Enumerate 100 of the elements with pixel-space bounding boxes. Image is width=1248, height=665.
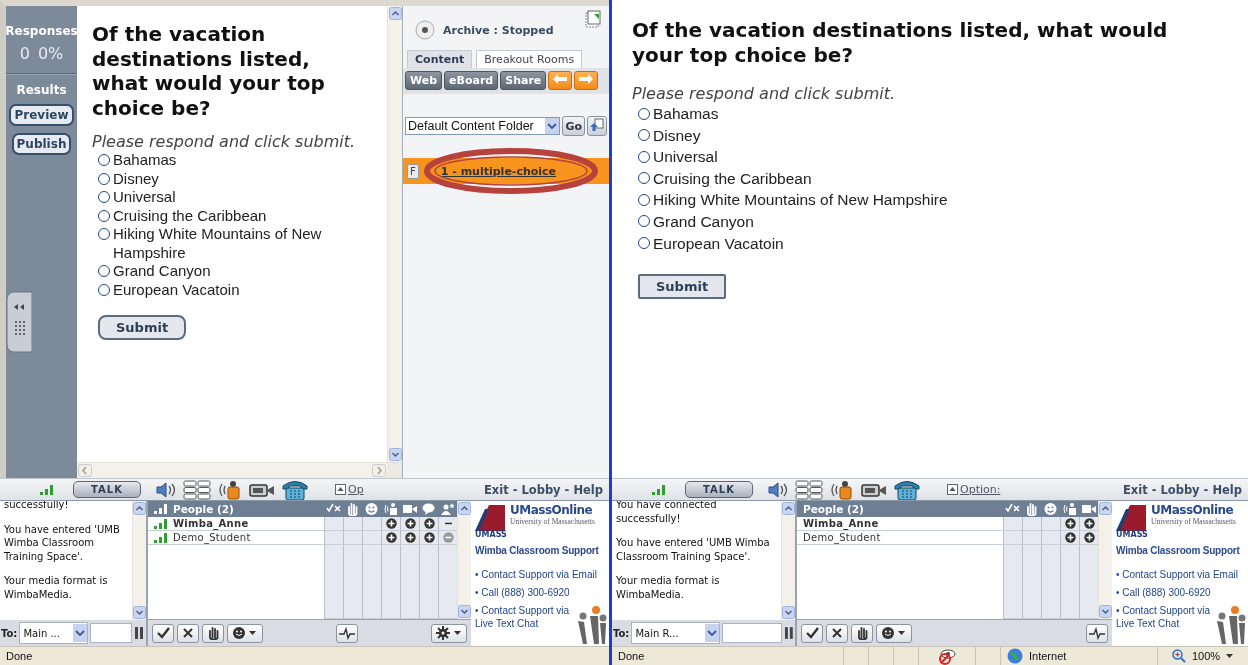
radio-button[interactable] bbox=[638, 215, 650, 228]
plus-circle-icon[interactable] bbox=[385, 518, 397, 529]
radio-button[interactable] bbox=[98, 172, 110, 185]
support-link[interactable]: • Call (888) 300-6920 bbox=[1116, 586, 1216, 599]
talk-button[interactable]: TALK bbox=[685, 481, 753, 498]
pause-icon[interactable] bbox=[134, 626, 145, 640]
radio-button[interactable] bbox=[638, 150, 650, 163]
panel-tab[interactable]: Content bbox=[407, 50, 473, 68]
record-button[interactable] bbox=[415, 20, 435, 40]
vertical-scrollbar[interactable] bbox=[1098, 501, 1112, 619]
microphone-icon[interactable] bbox=[829, 479, 855, 500]
results-button[interactable]: Publish bbox=[11, 133, 72, 155]
signal-icon bbox=[154, 504, 167, 514]
zoom-dropdown[interactable]: 100% bbox=[1157, 647, 1248, 665]
folder-up-icon bbox=[590, 118, 604, 132]
dash-icon bbox=[444, 522, 452, 525]
popout-icon[interactable] bbox=[585, 10, 601, 28]
recipient-dropdown[interactable]: Main R... bbox=[631, 622, 721, 644]
toolbar-button[interactable]: Share bbox=[500, 71, 547, 90]
plus-circle-icon[interactable] bbox=[404, 518, 416, 529]
message-input[interactable] bbox=[90, 623, 133, 643]
activity-button[interactable] bbox=[336, 623, 358, 643]
radio-button[interactable] bbox=[98, 191, 110, 203]
radio-button[interactable] bbox=[638, 172, 650, 185]
activity-button[interactable] bbox=[1086, 623, 1108, 643]
cross-button[interactable] bbox=[177, 623, 199, 643]
support-link[interactable]: • Contact Support via Live Text Chat bbox=[475, 604, 575, 630]
message-input[interactable] bbox=[722, 623, 783, 643]
up-folder-button[interactable] bbox=[587, 116, 607, 136]
back-button[interactable] bbox=[548, 71, 573, 90]
results-button[interactable]: Preview bbox=[9, 104, 74, 126]
toolbar-button[interactable]: eBoard bbox=[444, 71, 499, 90]
nav-links[interactable]: Exit - Lobby - Help bbox=[483, 482, 603, 497]
support-link[interactable]: • Contact Support via Email bbox=[475, 568, 609, 581]
vertical-scrollbar[interactable] bbox=[457, 501, 471, 619]
nav-links[interactable]: Exit - Lobby - Help bbox=[1122, 482, 1242, 497]
plus-circle-icon[interactable] bbox=[1064, 518, 1076, 529]
support-link[interactable]: • Contact Support via Live Text Chat bbox=[1116, 604, 1216, 630]
participant-name[interactable]: Wimba_Anne bbox=[803, 518, 879, 529]
radio-button[interactable] bbox=[98, 265, 110, 277]
minus-circle-icon[interactable] bbox=[442, 532, 454, 543]
radio-button[interactable] bbox=[638, 237, 650, 250]
plus-circle-icon[interactable] bbox=[1064, 532, 1076, 543]
check-button[interactable] bbox=[152, 623, 174, 643]
telephone-icon[interactable] bbox=[281, 478, 309, 501]
speaker-icon[interactable] bbox=[767, 480, 789, 499]
layout-grid-icon[interactable] bbox=[183, 479, 211, 500]
radio-button[interactable] bbox=[638, 129, 650, 142]
emoticon-dropdown[interactable] bbox=[876, 623, 912, 643]
folder-dropdown[interactable]: Default Content Folder bbox=[405, 117, 561, 135]
radio-button[interactable] bbox=[638, 193, 650, 206]
pause-icon[interactable] bbox=[784, 626, 794, 640]
submit-button[interactable]: Submit bbox=[638, 274, 727, 300]
vertical-scrollbar[interactable] bbox=[781, 501, 795, 620]
plus-circle-icon[interactable] bbox=[385, 532, 397, 543]
globe-icon bbox=[1007, 648, 1023, 664]
radio-button[interactable] bbox=[98, 283, 110, 296]
video-camera-icon[interactable] bbox=[861, 481, 887, 498]
radio-button[interactable] bbox=[98, 228, 110, 240]
telephone-icon[interactable] bbox=[893, 478, 921, 501]
participant-name[interactable]: Wimba_Anne bbox=[173, 518, 249, 529]
option-link[interactable]: Op bbox=[335, 483, 364, 496]
brand-name: UMassOnline bbox=[510, 503, 594, 517]
check-button[interactable] bbox=[801, 623, 823, 643]
chat-message: You have entered 'UMB Wimba Classroom Training Space'. bbox=[616, 536, 771, 563]
radio-button[interactable] bbox=[98, 209, 110, 222]
radio-button[interactable] bbox=[98, 154, 110, 166]
plus-circle-icon[interactable] bbox=[423, 532, 435, 543]
submit-button[interactable]: Submit bbox=[98, 315, 187, 340]
plus-circle-icon[interactable] bbox=[1083, 532, 1095, 543]
raise-hand-button[interactable] bbox=[202, 623, 224, 643]
vertical-scrollbar[interactable] bbox=[132, 501, 146, 620]
video-camera-icon[interactable] bbox=[249, 481, 275, 498]
collapse-handle[interactable] bbox=[6, 291, 32, 353]
item-button[interactable]: F bbox=[407, 163, 419, 179]
plus-circle-icon[interactable] bbox=[423, 518, 435, 529]
recipient-dropdown[interactable]: Main ... bbox=[19, 622, 89, 644]
toolbar-button[interactable]: Web bbox=[405, 71, 443, 90]
vertical-scrollbar[interactable] bbox=[387, 6, 402, 462]
microphone-icon[interactable] bbox=[217, 479, 243, 500]
plus-circle-icon[interactable] bbox=[404, 532, 416, 543]
raise-hand-button[interactable] bbox=[851, 623, 873, 643]
participant-name[interactable]: Demo_Student bbox=[173, 532, 251, 543]
participant-name[interactable]: Demo_Student bbox=[803, 532, 881, 543]
option-link[interactable]: Option: bbox=[947, 483, 1001, 496]
support-link[interactable]: • Call (888) 300-6920 bbox=[475, 586, 575, 599]
emoticon-dropdown[interactable] bbox=[227, 623, 263, 643]
radio-button[interactable] bbox=[638, 107, 650, 120]
support-link[interactable]: • Contact Support via Email bbox=[1116, 568, 1248, 581]
chat-message: You have connected successfully! bbox=[616, 501, 718, 525]
forward-button[interactable] bbox=[574, 71, 599, 90]
chat-message: Your media format is WimbaMedia. bbox=[4, 574, 109, 601]
plus-circle-icon[interactable] bbox=[1083, 518, 1095, 529]
go-button[interactable]: Go bbox=[562, 116, 585, 136]
layout-grid-icon[interactable] bbox=[795, 479, 823, 500]
panel-tab[interactable]: Breakout Rooms bbox=[476, 50, 583, 68]
settings-dropdown[interactable] bbox=[431, 623, 467, 643]
talk-button[interactable]: TALK bbox=[73, 481, 141, 498]
cross-button[interactable] bbox=[826, 623, 848, 643]
speaker-icon[interactable] bbox=[155, 480, 177, 499]
